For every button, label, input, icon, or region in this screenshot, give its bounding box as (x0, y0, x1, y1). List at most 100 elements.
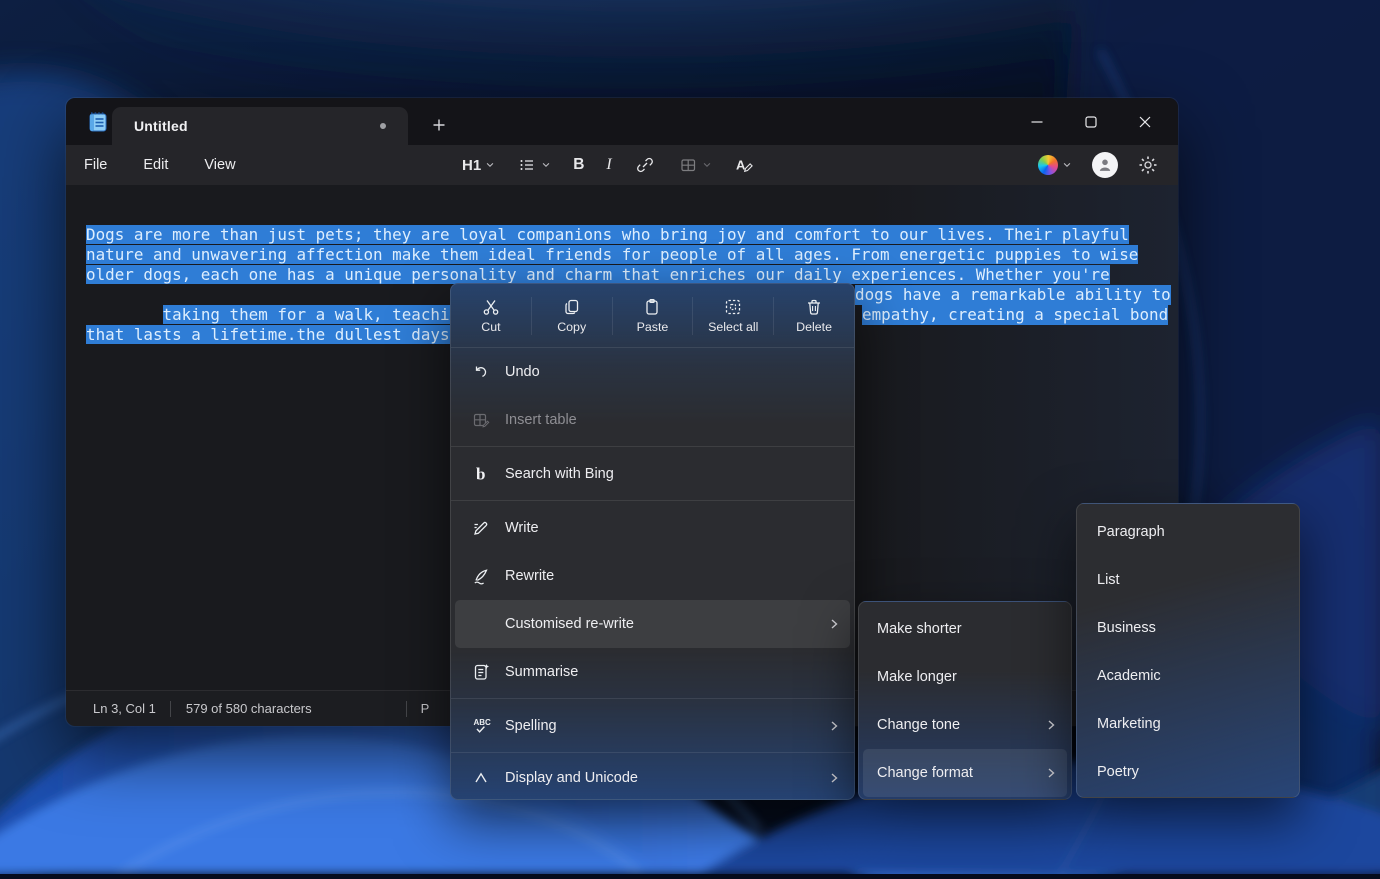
tab-title: Untitled (134, 118, 188, 134)
svg-text:ABC: ABC (474, 718, 492, 727)
menu-bar: File Edit View (66, 157, 236, 173)
paragraph-label: Paragraph (1097, 524, 1285, 540)
settings-button[interactable] (1132, 151, 1164, 179)
window-controls (1010, 98, 1172, 145)
chevron-down-icon (541, 160, 551, 170)
menu-item-poetry[interactable]: Poetry (1081, 748, 1295, 796)
menu-item-summarise[interactable]: Summarise (455, 648, 850, 696)
copy-label: Copy (557, 320, 586, 334)
cut-label: Cut (481, 320, 500, 334)
poetry-label: Poetry (1097, 764, 1285, 780)
chevron-right-icon (828, 772, 840, 784)
link-icon (634, 155, 656, 175)
close-icon (1139, 116, 1151, 128)
marketing-label: Marketing (1097, 716, 1285, 732)
summarise-label: Summarise (505, 664, 840, 680)
menu-item-change-tone[interactable]: Change tone (863, 701, 1067, 749)
insert-table-label: Insert table (505, 412, 840, 428)
menu-item-marketing[interactable]: Marketing (1081, 700, 1295, 748)
title-bar: Untitled (66, 98, 1178, 145)
selected-text: dogs have a remarkable ability to (855, 285, 1171, 305)
status-divider (406, 701, 407, 717)
menu-item-make-longer[interactable]: Make longer (863, 653, 1067, 701)
menu-item-rewrite[interactable]: Rewrite (455, 552, 850, 600)
select-all-button[interactable]: Select all (693, 284, 773, 347)
menu-item-write[interactable]: Write (455, 504, 850, 552)
chevron-right-icon (1045, 719, 1057, 731)
table-dropdown[interactable] (672, 151, 718, 179)
unsaved-dot-icon (380, 123, 386, 129)
select-all-icon (723, 297, 743, 317)
pen-icon (471, 518, 491, 538)
menu-item-paragraph[interactable]: Paragraph (1081, 508, 1295, 556)
toolbar-right (1032, 145, 1164, 185)
list-dropdown[interactable] (511, 151, 557, 179)
italic-button[interactable]: I (600, 152, 617, 178)
scissors-icon (481, 297, 501, 317)
change-format-label: Change format (877, 765, 1045, 781)
minimize-button[interactable] (1010, 98, 1064, 145)
menu-item-undo[interactable]: Undo (455, 348, 850, 396)
plus-icon (432, 118, 446, 132)
character-count: 579 of 580 characters (186, 701, 312, 716)
menu-file[interactable]: File (84, 157, 107, 173)
selected-text: Dogs are more than just pets; they are l… (86, 225, 1129, 244)
menu-item-academic[interactable]: Academic (1081, 652, 1295, 700)
copy-icon (562, 297, 582, 317)
link-button[interactable] (628, 151, 662, 179)
chevron-down-icon (485, 160, 495, 170)
status-divider (170, 701, 171, 717)
bold-button[interactable]: B (567, 152, 590, 178)
rewrite-label: Rewrite (505, 568, 840, 584)
tab-untitled[interactable]: Untitled (112, 107, 408, 145)
menu-item-search-bing[interactable]: b Search with Bing (455, 450, 850, 498)
delete-button[interactable]: Delete (774, 284, 854, 347)
selected-text: that lasts a lifetime. (86, 325, 296, 344)
paste-label: Paste (637, 320, 669, 334)
list-label: List (1097, 572, 1285, 588)
bold-label: B (573, 156, 584, 174)
chevron-right-icon (828, 720, 840, 732)
text-line: Dogs are more than just pets; they are l… (86, 225, 1138, 245)
heading-dropdown[interactable]: H1 (456, 153, 501, 178)
text-style-button[interactable]: A (728, 151, 762, 179)
trash-icon (804, 297, 824, 317)
menu-item-insert-table[interactable]: Insert table (455, 396, 850, 444)
menu-item-customised-rewrite[interactable]: Customised re-write (455, 600, 850, 648)
change-tone-label: Change tone (877, 717, 1045, 733)
chevron-down-icon (702, 160, 712, 170)
close-button[interactable] (1118, 98, 1172, 145)
chevron-right-icon (1045, 767, 1057, 779)
copy-button[interactable]: Copy (532, 284, 612, 347)
text-line: nature and unwavering affection make the… (86, 245, 1138, 265)
selected-text: older dogs, each one has a unique person… (86, 265, 1110, 284)
table-icon (678, 155, 698, 175)
maximize-button[interactable] (1064, 98, 1118, 145)
paste-button[interactable]: Paste (613, 284, 693, 347)
menu-item-list[interactable]: List (1081, 556, 1295, 604)
customised-rewrite-label: Customised re-write (505, 616, 828, 632)
caret-icon (471, 768, 491, 788)
menu-item-change-format[interactable]: Change format (863, 749, 1067, 797)
copilot-dropdown[interactable] (1032, 151, 1078, 179)
maximize-icon (1085, 116, 1097, 128)
business-label: Business (1097, 620, 1285, 636)
menu-item-make-shorter[interactable]: Make shorter (863, 605, 1067, 653)
menu-item-display-unicode[interactable]: Display and Unicode (455, 756, 850, 800)
menu-item-business[interactable]: Business (1081, 604, 1295, 652)
menu-view[interactable]: View (204, 157, 235, 173)
menu-item-spelling[interactable]: ABC Spelling (455, 702, 850, 750)
account-button[interactable] (1092, 152, 1118, 178)
menu-edit[interactable]: Edit (143, 157, 168, 173)
selected-text: nature and unwavering affection make the… (86, 245, 1138, 264)
cursor-position: Ln 3, Col 1 (93, 701, 156, 716)
quill-icon (471, 566, 491, 586)
new-tab-button[interactable] (424, 110, 454, 140)
account-icon (1096, 156, 1114, 174)
submenu-change-format: Paragraph List Business Academic Marketi… (1076, 503, 1300, 798)
abc-check-icon: ABC (471, 716, 491, 736)
make-longer-label: Make longer (877, 669, 1057, 685)
quick-actions: Cut Copy Paste Select all (451, 284, 854, 347)
cut-button[interactable]: Cut (451, 284, 531, 347)
undo-label: Undo (505, 364, 840, 380)
